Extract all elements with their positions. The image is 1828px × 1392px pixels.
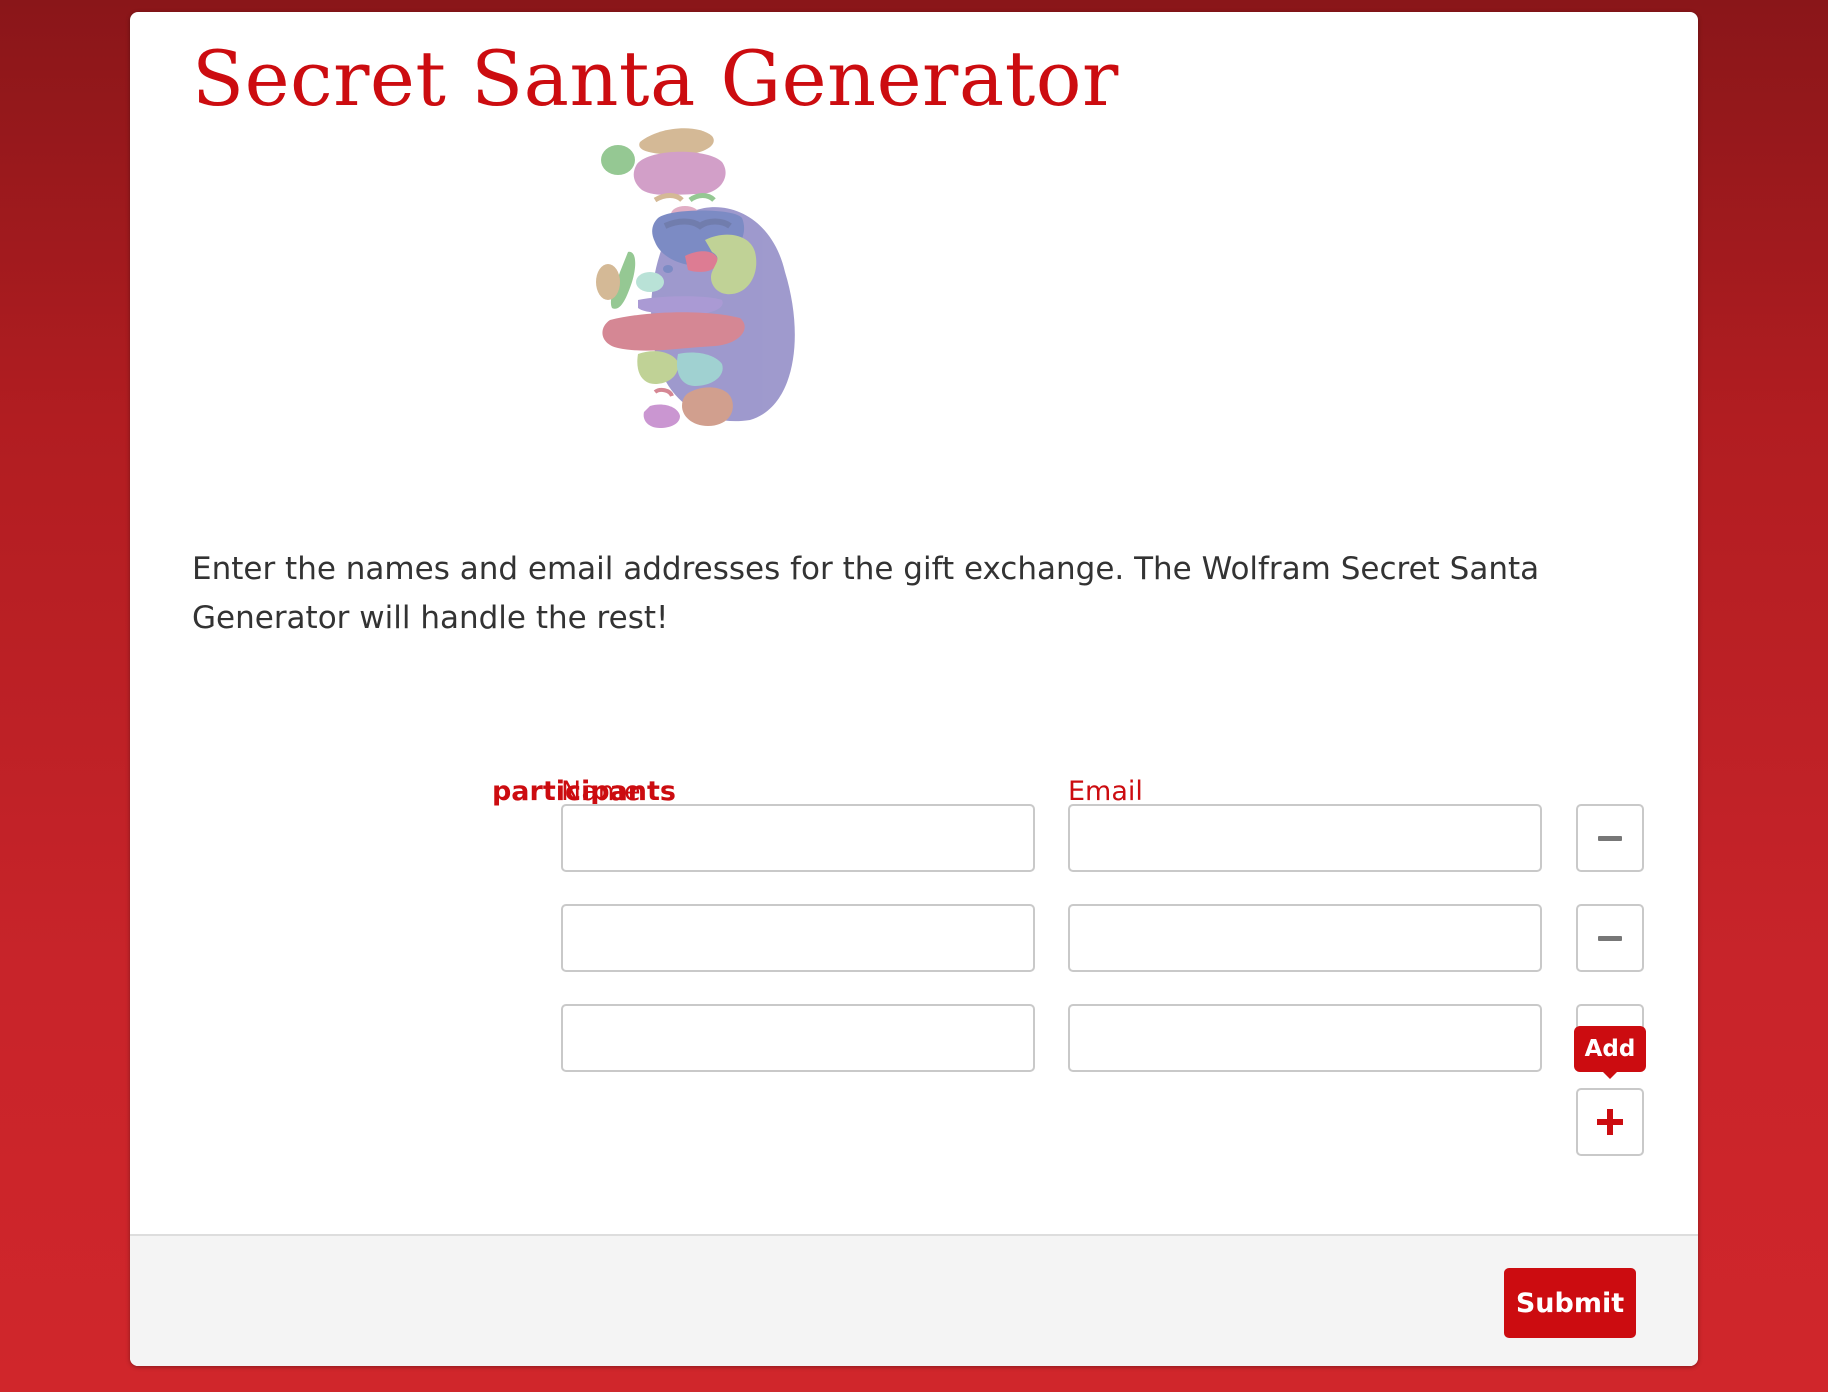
intro-text: Enter the names and email addresses for … — [192, 551, 1540, 636]
minus-icon — [1598, 835, 1622, 841]
plus-icon — [1597, 1109, 1623, 1135]
email-column-header: Email — [1068, 776, 1143, 807]
remove-row-button[interactable] — [1576, 904, 1644, 972]
participant-name-input[interactable] — [561, 904, 1035, 972]
participant-email-input[interactable] — [1068, 904, 1542, 972]
submit-button[interactable]: Submit — [1504, 1268, 1636, 1338]
name-column-header: Name — [561, 776, 641, 807]
form-card: Secret Santa Generator Enter the names a… — [130, 12, 1698, 1366]
form-footer: Submit — [130, 1234, 1698, 1366]
participant-email-input[interactable] — [1068, 804, 1542, 872]
page-title: Secret Santa Generator — [192, 34, 1119, 123]
participant-email-input[interactable] — [1068, 1004, 1542, 1072]
add-row-button[interactable] — [1576, 1088, 1644, 1156]
minus-icon — [1598, 935, 1622, 941]
tooltip-arrow — [1601, 1070, 1619, 1079]
add-tooltip: Add — [1574, 1026, 1646, 1072]
participant-name-input[interactable] — [561, 1004, 1035, 1072]
santa-illustration — [596, 128, 795, 428]
participant-name-input[interactable] — [561, 804, 1035, 872]
remove-row-button[interactable] — [1576, 804, 1644, 872]
